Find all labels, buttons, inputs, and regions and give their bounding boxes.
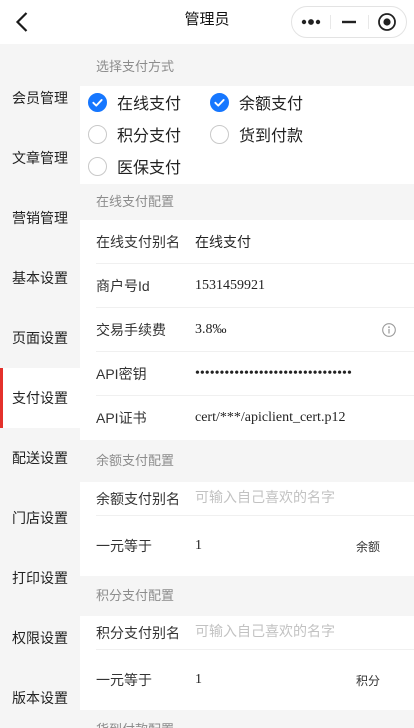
points-rate-input[interactable] (195, 668, 345, 692)
minimize-icon (342, 20, 356, 24)
checkbox[interactable] (88, 92, 107, 112)
transaction-fee-label: 交易手续费 (96, 322, 166, 338)
balance-rate-label: 一元等于 (96, 538, 152, 554)
row-api-cert: API证书 (80, 396, 414, 440)
section-title-online-pay: 在线支付配置 (80, 184, 414, 220)
balance-alias-label: 余额支付别名 (96, 491, 180, 507)
checkbox[interactable] (210, 92, 229, 112)
merchant-id-label: 商户号Id (96, 278, 150, 294)
sidebar-item-marketing[interactable]: 营销管理 (0, 188, 80, 248)
online-alias-input[interactable] (195, 230, 380, 254)
sidebar-item-delivery[interactable]: 配送设置 (0, 428, 80, 488)
option-online-pay[interactable]: 在线支付 (88, 86, 210, 118)
sidebar-item-payment[interactable]: 支付设置 (0, 368, 80, 428)
online-alias-label: 在线支付别名 (96, 234, 180, 250)
api-key-input[interactable] (195, 362, 380, 386)
checkbox[interactable] (210, 124, 229, 144)
more-dots-icon (301, 19, 321, 25)
api-key-label: API密钥 (96, 366, 147, 382)
row-points-alias: 积分支付别名 (80, 616, 414, 650)
back-button[interactable] (13, 10, 31, 34)
section-title-balance-pay: 余额支付配置 (80, 440, 414, 482)
balance-rate-input[interactable] (195, 534, 345, 558)
sidebar: 会员管理 文章管理 营销管理 基本设置 页面设置 支付设置 配送设置 门店设置 … (0, 44, 80, 728)
row-balance-rate: 一元等于 余额 (80, 516, 414, 576)
info-icon[interactable] (382, 323, 396, 337)
row-api-key: API密钥 (80, 352, 414, 396)
row-merchant-id: 商户号Id (80, 264, 414, 308)
capsule-menu (291, 6, 407, 38)
check-icon (92, 98, 103, 107)
sidebar-item-member[interactable]: 会员管理 (0, 68, 80, 128)
checkbox[interactable] (88, 124, 107, 144)
option-label: 余额支付 (239, 96, 304, 113)
option-label: 医保支付 (117, 160, 182, 177)
merchant-id-input[interactable] (195, 274, 380, 298)
row-points-rate: 一元等于 积分 (80, 650, 414, 710)
check-icon (214, 98, 225, 107)
checkbox[interactable] (88, 156, 107, 176)
section-title-cod: 货到付款配置 (80, 710, 414, 728)
section-title-points-pay: 积分支付配置 (80, 576, 414, 616)
sidebar-item-article[interactable]: 文章管理 (0, 128, 80, 188)
points-alias-input[interactable] (195, 621, 380, 645)
balance-alias-input[interactable] (195, 487, 380, 511)
row-transaction-fee: 交易手续费 (80, 308, 414, 352)
sidebar-item-print[interactable]: 打印设置 (0, 548, 80, 608)
option-label: 积分支付 (117, 128, 182, 145)
option-cash-on-delivery[interactable]: 货到付款 (210, 118, 332, 150)
main-content: 选择支付方式 在线支付 余额支付 积分支付 货到付款 医保支付 在线支付配置 在… (80, 44, 414, 728)
sidebar-item-page[interactable]: 页面设置 (0, 308, 80, 368)
chevron-left-icon (15, 12, 28, 32)
api-cert-input[interactable] (195, 406, 380, 430)
balance-rate-unit: 余额 (355, 539, 380, 554)
option-label: 货到付款 (239, 128, 304, 145)
sidebar-item-permission[interactable]: 权限设置 (0, 608, 80, 668)
api-cert-label: API证书 (96, 410, 147, 426)
target-icon (378, 13, 396, 31)
payment-method-options: 在线支付 余额支付 积分支付 货到付款 医保支付 (80, 86, 414, 184)
close-button[interactable] (368, 7, 406, 37)
points-rate-label: 一元等于 (96, 672, 152, 688)
points-alias-label: 积分支付别名 (96, 625, 180, 641)
sidebar-item-store[interactable]: 门店设置 (0, 488, 80, 548)
minimize-button[interactable] (330, 7, 368, 37)
option-balance-pay[interactable]: 余额支付 (210, 86, 332, 118)
row-online-alias: 在线支付别名 (80, 220, 414, 264)
option-medical-insurance-pay[interactable]: 医保支付 (88, 150, 210, 182)
sidebar-item-version[interactable]: 版本设置 (0, 668, 80, 728)
more-button[interactable] (292, 7, 330, 37)
option-label: 在线支付 (117, 96, 182, 113)
sidebar-item-basic[interactable]: 基本设置 (0, 248, 80, 308)
page-title: 管理员 (184, 11, 230, 28)
transaction-fee-input[interactable] (195, 318, 345, 342)
option-points-pay[interactable]: 积分支付 (88, 118, 210, 150)
points-rate-unit: 积分 (355, 673, 380, 688)
section-title-payment-methods: 选择支付方式 (80, 44, 414, 86)
top-bar: 管理员 (0, 0, 414, 44)
row-balance-alias: 余额支付别名 (80, 482, 414, 516)
